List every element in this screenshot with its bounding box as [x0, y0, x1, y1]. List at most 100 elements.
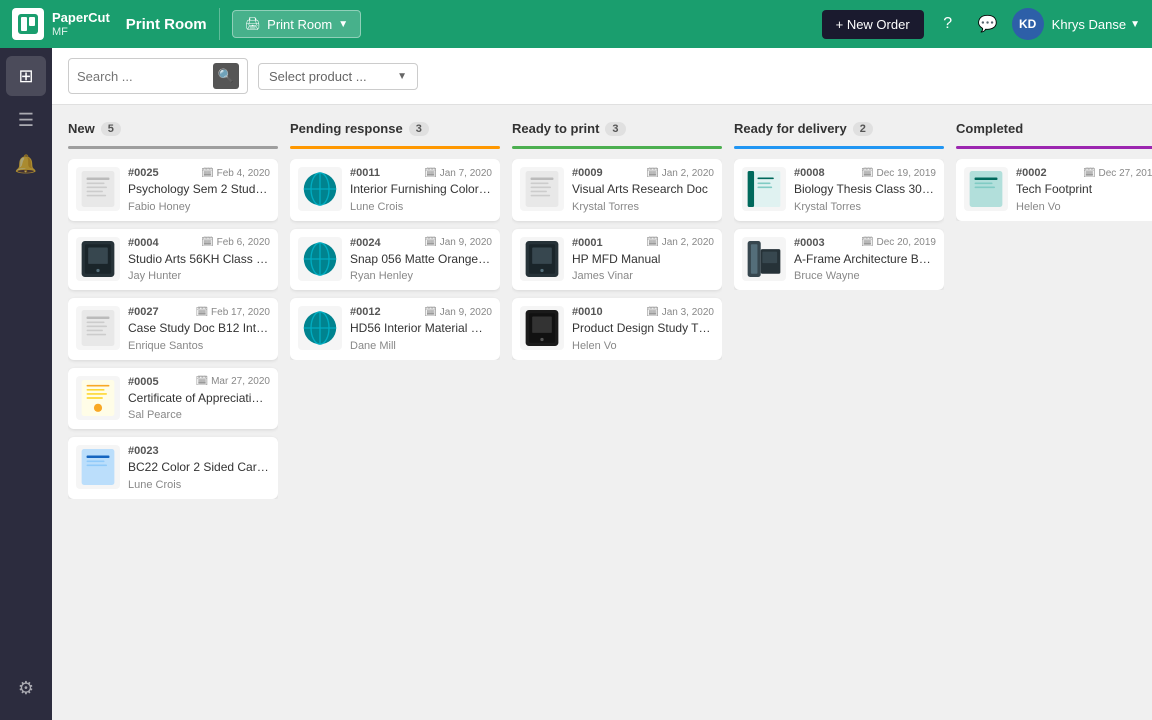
- card-info: #0010 🗓 Jan 3, 2020 Product Design Study…: [572, 306, 714, 352]
- table-row[interactable]: #0012 🗓 Jan 9, 2020 HD56 Interior Materi…: [290, 298, 500, 360]
- table-row[interactable]: #0023 BC22 Color 2 Sided Card 30... Lune…: [68, 437, 278, 499]
- card-author: Ryan Henley: [350, 270, 492, 282]
- card-author: Lune Crois: [350, 201, 492, 213]
- table-row[interactable]: #0009 🗓 Jan 2, 2020 Visual Arts Research…: [512, 159, 722, 221]
- card-author: Jay Hunter: [128, 270, 270, 282]
- card-top: #0008 🗓 Dec 19, 2019: [794, 167, 936, 179]
- card-top: #0011 🗓 Jan 7, 2020: [350, 167, 492, 179]
- card-top: #0009 🗓 Jan 2, 2020: [572, 167, 714, 179]
- column-bar-completed: [956, 146, 1152, 149]
- card-date: 🗓 Feb 4, 2020: [201, 168, 270, 179]
- card-id: #0025: [128, 167, 159, 179]
- sidebar-item-notifications[interactable]: 🔔: [6, 144, 46, 184]
- card-date: 🗓 Jan 2, 2020: [646, 168, 714, 179]
- card-thumbnail: [742, 167, 786, 211]
- table-row[interactable]: #0005 🗓 Mar 27, 2020 Certificate of Appr…: [68, 368, 278, 430]
- column-header-delivery: Ready for delivery2: [734, 121, 944, 146]
- main-content: 🔍 Select product ... ▼ New5 #0025 🗓 Feb …: [52, 48, 1152, 720]
- column-delivery: Ready for delivery2 #0008 🗓 Dec 19, 2019…: [734, 121, 944, 704]
- column-pending: Pending response3 #0011 🗓 Jan 7, 2020 In…: [290, 121, 500, 704]
- avatar: KD: [1012, 8, 1044, 40]
- table-row[interactable]: #0024 🗓 Jan 9, 2020 Snap 056 Matte Orang…: [290, 229, 500, 291]
- logo-brand: PaperCut: [52, 10, 110, 26]
- table-row[interactable]: #0011 🗓 Jan 7, 2020 Interior Furnishing …: [290, 159, 500, 221]
- column-count: 2: [853, 122, 873, 136]
- card-thumbnail: [298, 237, 342, 281]
- gear-icon: ⚙: [18, 678, 34, 699]
- table-row[interactable]: #0003 🗓 Dec 20, 2019 A-Frame Architectur…: [734, 229, 944, 291]
- sidebar-item-list[interactable]: ☰: [6, 100, 46, 140]
- card-thumbnail: [520, 167, 564, 211]
- logo-area: PaperCut MF Print Room: [12, 8, 220, 40]
- help-button[interactable]: ?: [932, 8, 964, 40]
- sidebar: ⊞ ☰ 🔔 ⚙: [0, 48, 52, 720]
- column-bar-delivery: [734, 146, 944, 149]
- table-row[interactable]: #0002 🗓 Dec 27, 2019 Tech Footprint Hele…: [956, 159, 1152, 221]
- card-id: #0010: [572, 306, 603, 318]
- table-row[interactable]: #0004 🗓 Feb 6, 2020 Studio Arts 56KH Cla…: [68, 229, 278, 291]
- card-top: #0003 🗓 Dec 20, 2019: [794, 237, 936, 249]
- card-author: Helen Vo: [1016, 201, 1152, 213]
- card-id: #0023: [128, 445, 159, 457]
- card-thumbnail: [76, 237, 120, 281]
- messages-button[interactable]: 💬: [972, 8, 1004, 40]
- column-count: 3: [605, 122, 625, 136]
- card-id: #0009: [572, 167, 603, 179]
- section-title: Print Room: [126, 16, 207, 33]
- card-info: #0011 🗓 Jan 7, 2020 Interior Furnishing …: [350, 167, 492, 213]
- card-author: Sal Pearce: [128, 409, 270, 421]
- sidebar-item-settings[interactable]: ⚙: [6, 668, 46, 708]
- card-info: #0002 🗓 Dec 27, 2019 Tech Footprint Hele…: [1016, 167, 1152, 213]
- app-body: ⊞ ☰ 🔔 ⚙ 🔍 Select product ... ▼: [0, 48, 1152, 720]
- card-thumbnail: [76, 167, 120, 211]
- card-thumbnail: [76, 306, 120, 350]
- card-info: #0027 🗓 Feb 17, 2020 Case Study Doc B12 …: [128, 306, 270, 352]
- card-date: 🗓 Dec 20, 2019: [861, 237, 936, 248]
- card-info: #0025 🗓 Feb 4, 2020 Psychology Sem 2 Stu…: [128, 167, 270, 213]
- card-top: #0025 🗓 Feb 4, 2020: [128, 167, 270, 179]
- card-date: 🗓 Jan 7, 2020: [424, 168, 492, 179]
- logo-text-group: PaperCut MF: [52, 10, 110, 38]
- card-author: Enrique Santos: [128, 340, 270, 352]
- card-thumbnail: [520, 237, 564, 281]
- card-top: #0023: [128, 445, 270, 457]
- print-room-button[interactable]: 🖨 Print Room ▼: [232, 10, 361, 38]
- user-name-label: Khrys Danse: [1052, 17, 1126, 32]
- card-author: Helen Vo: [572, 340, 714, 352]
- card-top: #0005 🗓 Mar 27, 2020: [128, 376, 270, 388]
- card-top: #0012 🗓 Jan 9, 2020: [350, 306, 492, 318]
- card-thumbnail: [964, 167, 1008, 211]
- chevron-down-icon: ▼: [338, 19, 348, 30]
- search-input[interactable]: [77, 69, 207, 84]
- card-date: 🗓 Feb 6, 2020: [201, 237, 270, 248]
- card-title: Interior Furnishing Color S...: [350, 182, 492, 198]
- table-row[interactable]: #0001 🗓 Jan 2, 2020 HP MFD Manual James …: [512, 229, 722, 291]
- column-bar-new: [68, 146, 278, 149]
- card-title: A-Frame Architecture Buil...: [794, 252, 936, 268]
- table-row[interactable]: #0010 🗓 Jan 3, 2020 Product Design Study…: [512, 298, 722, 360]
- table-row[interactable]: #0027 🗓 Feb 17, 2020 Case Study Doc B12 …: [68, 298, 278, 360]
- new-order-button[interactable]: + New Order: [822, 10, 924, 39]
- card-title: Product Design Study The...: [572, 321, 714, 337]
- column-bar-ready: [512, 146, 722, 149]
- sidebar-item-dashboard[interactable]: ⊞: [6, 56, 46, 96]
- product-select[interactable]: Select product ... ▼: [258, 63, 418, 90]
- card-info: #0008 🗓 Dec 19, 2019 Biology Thesis Clas…: [794, 167, 936, 213]
- table-row[interactable]: #0025 🗓 Feb 4, 2020 Psychology Sem 2 Stu…: [68, 159, 278, 221]
- card-id: #0005: [128, 376, 159, 388]
- card-author: Dane Mill: [350, 340, 492, 352]
- column-count: 3: [409, 122, 429, 136]
- printer-icon: 🖨: [245, 16, 262, 32]
- user-name[interactable]: Khrys Danse ▼: [1052, 17, 1140, 32]
- card-id: #0003: [794, 237, 825, 249]
- card-id: #0027: [128, 306, 159, 318]
- toolbar: 🔍 Select product ... ▼: [52, 48, 1152, 105]
- card-date: 🗓 Dec 19, 2019: [861, 168, 936, 179]
- card-thumbnail: [76, 445, 120, 489]
- search-box: 🔍: [68, 58, 248, 94]
- card-thumbnail: [520, 306, 564, 350]
- table-row[interactable]: #0008 🗓 Dec 19, 2019 Biology Thesis Clas…: [734, 159, 944, 221]
- grid-icon: ⊞: [18, 66, 33, 87]
- print-room-btn-label: Print Room: [267, 17, 332, 32]
- search-button[interactable]: 🔍: [213, 63, 239, 89]
